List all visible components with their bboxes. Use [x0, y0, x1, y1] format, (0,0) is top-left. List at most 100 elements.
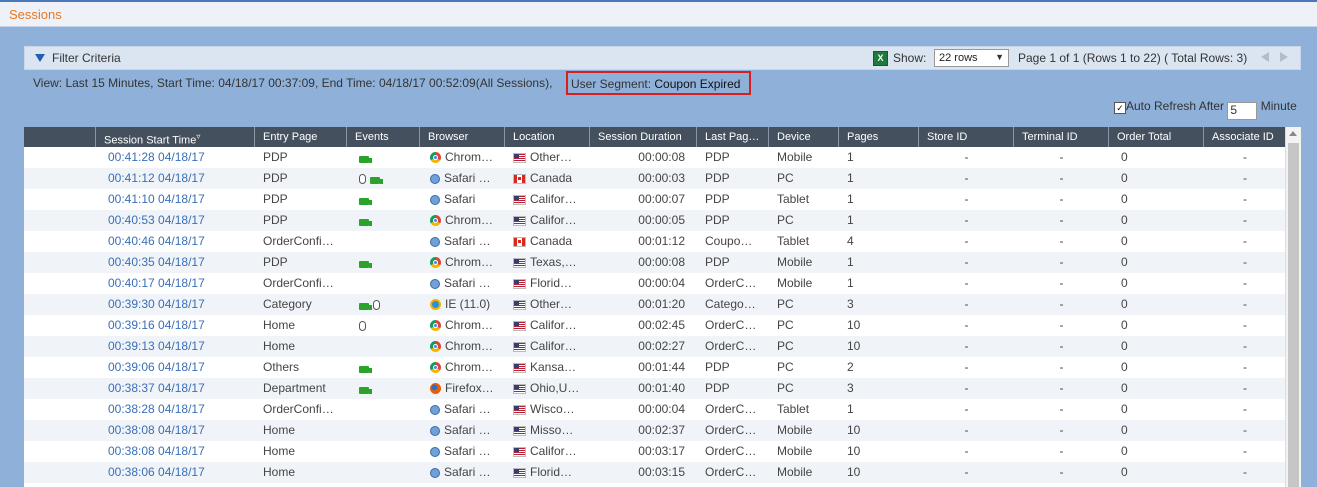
column-header-associate[interactable]: Associate ID — [1204, 127, 1286, 147]
cell-browser: Safari — [420, 189, 505, 210]
cell-events — [347, 315, 420, 336]
cell-start[interactable]: 00:41:10 04/18/17 — [96, 189, 255, 210]
table-row[interactable]: 00:39:13 04/18/17 Home Chrom… Califor… 00:02… — [24, 336, 1286, 357]
column-header-location[interactable]: Location — [505, 127, 590, 147]
truck-icon[interactable] — [359, 156, 372, 163]
cell-start[interactable]: 00:38:08 04/18/17 — [96, 420, 255, 441]
cell-start[interactable]: 00:41:28 04/18/17 — [96, 147, 255, 168]
truck-icon[interactable] — [359, 198, 372, 205]
truck-icon[interactable] — [359, 303, 372, 310]
cell-terminal: - — [1059, 297, 1064, 311]
cell-start[interactable]: 00:38:28 04/18/17 — [96, 399, 255, 420]
cell-start[interactable]: 00:40:46 04/18/17 — [96, 231, 255, 252]
table-row[interactable]: 00:40:46 04/18/17 OrderConfi… Safari … Cana… — [24, 231, 1286, 252]
cell-start[interactable]: 00:38:37 04/18/17 — [96, 378, 255, 399]
cell-blank — [24, 315, 96, 336]
excel-export-icon[interactable]: X — [873, 51, 888, 66]
auto-refresh-checkbox[interactable]: ✓ — [1114, 102, 1126, 114]
column-header-browser[interactable]: Browser — [420, 127, 505, 147]
table-row[interactable]: 00:40:17 04/18/17 OrderConfi… Safari … Flor… — [24, 273, 1286, 294]
column-header-device[interactable]: Device — [769, 127, 839, 147]
safari-icon — [430, 195, 440, 205]
cell-events — [347, 168, 420, 189]
cell-entry: Home — [263, 339, 296, 353]
truck-icon[interactable] — [359, 219, 372, 226]
rows-per-page-value: 22 rows — [939, 52, 978, 64]
flag-us-icon — [513, 468, 526, 478]
mouse-icon[interactable] — [373, 300, 380, 310]
truck-icon[interactable] — [359, 387, 372, 394]
location-name: Misso… — [530, 423, 574, 437]
table-row[interactable]: 00:39:16 04/18/17 Home Chrom… Califor… 00:02… — [24, 315, 1286, 336]
table-row[interactable]: 00:41:10 04/18/17 PDP Safari Califor… 00:00:… — [24, 189, 1286, 210]
column-header-duration[interactable]: Session Duration — [590, 127, 697, 147]
collapse-triangle-icon[interactable] — [35, 54, 45, 62]
auto-refresh-minutes-input[interactable]: 5 — [1227, 102, 1258, 120]
cell-order: 0 — [1121, 444, 1128, 458]
cell-associate: - — [1243, 276, 1247, 290]
scrollbar-thumb[interactable] — [1288, 143, 1299, 487]
cell-start[interactable]: 00:39:06 04/18/17 — [96, 357, 255, 378]
cell-associate: - — [1243, 339, 1247, 353]
cell-start[interactable]: 00:40:35 04/18/17 — [96, 252, 255, 273]
safari-icon — [430, 279, 440, 289]
cell-store: - — [964, 276, 969, 290]
truck-icon[interactable] — [359, 261, 372, 268]
rows-per-page-select[interactable]: 22 rows ▼ — [934, 49, 1009, 67]
table-row[interactable]: 00:40:53 04/18/17 PDP Chrom… Califor… 00:00:… — [24, 210, 1286, 231]
cell-start[interactable]: 00:41:12 04/18/17 — [96, 168, 255, 189]
cell-associate: - — [1243, 381, 1247, 395]
column-header-pages[interactable]: Pages — [839, 127, 919, 147]
browser-name: Chrom… — [445, 360, 494, 374]
browser-name: Chrom… — [445, 318, 494, 332]
cell-device: Mobile — [777, 423, 813, 437]
table-row[interactable]: 00:40:35 04/18/17 PDP Chrom… Texas,… 00:00:0… — [24, 252, 1286, 273]
table-row[interactable]: 00:41:12 04/18/17 PDP Safari … Canada 00:00:… — [24, 168, 1286, 189]
cell-start[interactable]: 00:40:17 04/18/17 — [96, 273, 255, 294]
scroll-up-icon[interactable] — [1289, 131, 1297, 136]
column-header-terminal[interactable]: Terminal ID — [1014, 127, 1109, 147]
table-row[interactable]: 00:38:28 04/18/17 OrderConfi… Safari … Wisc… — [24, 399, 1286, 420]
table-row[interactable]: 00:39:06 04/18/17 Others Chrom… Kansa… 00:01… — [24, 357, 1286, 378]
column-header-blank[interactable] — [24, 127, 96, 147]
column-header-events[interactable]: Events — [347, 127, 420, 147]
cell-duration: 00:00:05 — [638, 213, 685, 227]
cell-start[interactable]: 00:38:08 04/18/17 — [96, 441, 255, 462]
truck-icon[interactable] — [370, 177, 383, 184]
cell-browser: IE (11.0) — [420, 294, 505, 315]
column-header-order[interactable]: Order Total — [1109, 127, 1204, 147]
cell-device: PC — [777, 213, 794, 227]
table-row[interactable]: 00:38:37 04/18/17 Department Firefox… Ohio,… — [24, 378, 1286, 399]
cell-start[interactable]: 00:39:13 04/18/17 — [96, 336, 255, 357]
chrome-icon — [430, 320, 441, 331]
table-row[interactable]: 00:39:30 04/18/17 Category IE (11.0) Other…… — [24, 294, 1286, 315]
column-header-entry[interactable]: Entry Page — [255, 127, 347, 147]
sort-indicator-icon[interactable]: ▿ — [196, 132, 200, 141]
filter-criteria-toggle[interactable]: Filter Criteria — [52, 51, 121, 65]
cell-last: PDP — [705, 255, 730, 269]
auto-refresh-control: ✓ Auto Refresh After 5 Minute — [1114, 99, 1297, 120]
column-header-last[interactable]: Last Pag… — [697, 127, 769, 147]
prev-page-icon[interactable] — [1261, 52, 1269, 62]
cell-start[interactable]: 00:39:30 04/18/17 — [96, 294, 255, 315]
cell-start[interactable]: 00:38:06 04/18/17 — [96, 462, 255, 483]
cell-duration: 00:02:37 — [638, 423, 685, 437]
column-header-start[interactable]: Session Start Time▿ — [96, 127, 255, 147]
table-row[interactable]: 00:38:06 04/18/17 Home Safari … Florid… 00:0… — [24, 462, 1286, 483]
next-page-icon[interactable] — [1280, 52, 1288, 62]
safari-icon — [430, 174, 440, 184]
mouse-icon[interactable] — [359, 321, 366, 331]
cell-events — [347, 231, 420, 252]
mouse-icon[interactable] — [359, 174, 366, 184]
table-row[interactable]: 00:41:28 04/18/17 PDP Chrom… Other… 00:00:08… — [24, 147, 1286, 168]
cell-pages: 3 — [847, 381, 854, 395]
table-row[interactable]: 00:38:08 04/18/17 Home Safari … Califor… 00:… — [24, 441, 1286, 462]
cell-browser: Safari … — [420, 462, 505, 483]
vertical-scrollbar[interactable] — [1285, 127, 1301, 487]
cell-start[interactable]: 00:39:16 04/18/17 — [96, 315, 255, 336]
cell-location: Califor… — [505, 441, 590, 462]
truck-icon[interactable] — [359, 366, 372, 373]
table-row[interactable]: 00:38:08 04/18/17 Home Safari … Misso… 00:02… — [24, 420, 1286, 441]
column-header-store[interactable]: Store ID — [919, 127, 1014, 147]
cell-start[interactable]: 00:40:53 04/18/17 — [96, 210, 255, 231]
